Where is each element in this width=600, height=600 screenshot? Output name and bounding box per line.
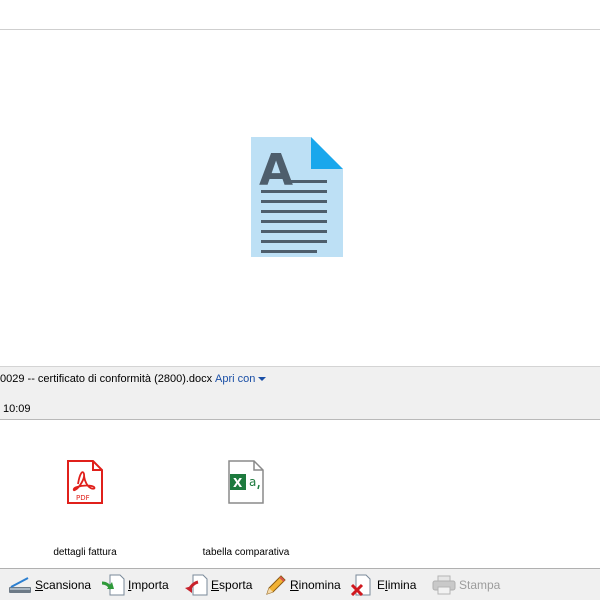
scan-button[interactable]: Scansiona — [8, 573, 91, 597]
open-with-label: Apri con — [215, 373, 256, 385]
excel-file-icon: X a — [228, 460, 264, 504]
file-info-bar: 0029 -- certificato di conformità (2800)… — [0, 366, 600, 420]
excel-badge: X — [233, 476, 243, 490]
file-name: 0029 -- certificato di conformità (2800)… — [0, 373, 213, 385]
svg-text:a: a — [249, 475, 256, 489]
rename-button[interactable]: Rinomina — [263, 573, 341, 597]
file-time: 10:09 — [3, 403, 31, 415]
delete-icon — [350, 574, 371, 596]
attachment-item-tabella-comparativa[interactable]: X a tabella comparativa — [181, 420, 311, 568]
open-with-link[interactable]: Apri con — [215, 373, 267, 385]
import-button[interactable]: Importa — [101, 573, 169, 597]
scanner-icon — [9, 577, 31, 593]
attachment-label: dettagli fattura — [53, 547, 117, 558]
pdf-file-icon: PDF — [67, 460, 103, 504]
pencil-icon — [266, 575, 286, 595]
printer-icon — [432, 575, 456, 595]
svg-text:A: A — [259, 145, 293, 196]
export-icon — [185, 574, 208, 596]
delete-button[interactable]: Elimina — [350, 573, 416, 597]
bottom-toolbar: Scansiona Importa Esporta Rinomina Elimi… — [0, 568, 600, 600]
attachment-list: PDF dettagli fattura X a tabella compara… — [0, 420, 600, 568]
print-button[interactable]: Stampa — [432, 573, 500, 597]
export-button[interactable]: Esporta — [184, 573, 252, 597]
word-document-icon: A — [251, 137, 343, 257]
chevron-down-icon — [258, 377, 267, 381]
import-icon — [101, 574, 125, 596]
document-preview-pane: A — [0, 30, 600, 366]
attachment-label: tabella comparativa — [202, 547, 290, 558]
attachment-item-dettagli-fattura[interactable]: PDF dettagli fattura — [20, 420, 150, 568]
top-strip — [0, 0, 600, 30]
pdf-badge: PDF — [76, 494, 90, 502]
